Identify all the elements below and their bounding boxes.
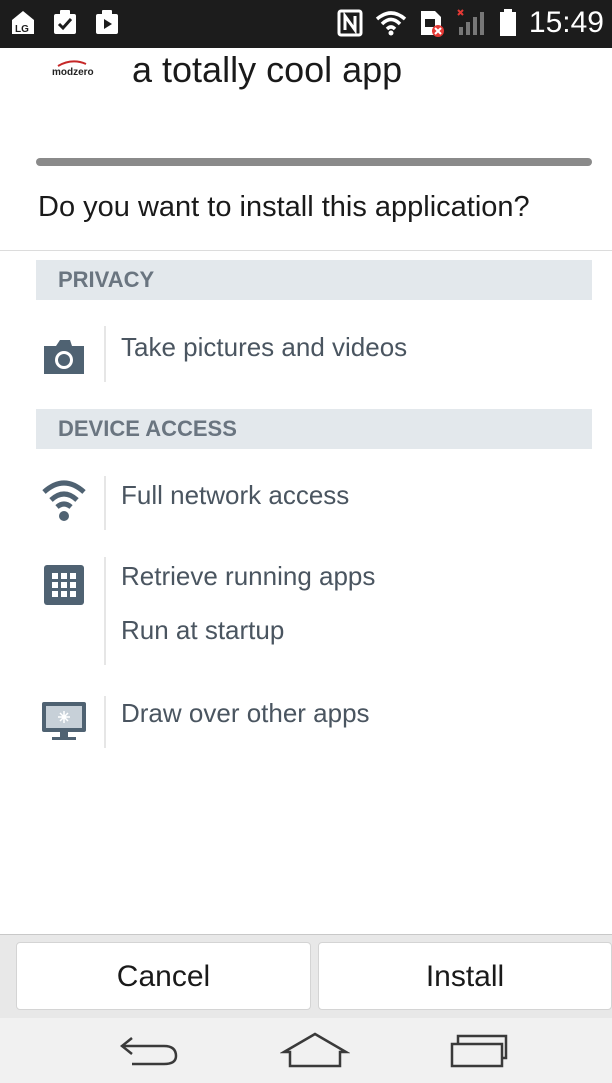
recent-apps-icon[interactable] [448,1030,510,1070]
permission-retrieve-apps: Retrieve running apps [121,561,376,591]
app-logo: modzero [52,60,94,78]
header-divider [36,158,592,166]
permission-separator [104,326,106,382]
permission-take-pictures: Take pictures and videos [121,332,408,362]
permission-group-apps: Retrieve running apps Run at startup [0,555,612,667]
permission-run-at-startup: Run at startup [121,615,285,645]
button-bar: Cancel Install [0,934,612,1019]
install-question: Do you want to install this application? [38,191,530,223]
back-icon[interactable] [118,1030,180,1070]
lg-badge-text: LG [15,24,29,35]
section-header-device-access: DEVICE ACCESS [36,409,592,449]
wifi-icon [42,480,86,521]
status-time: 15:49 [528,6,604,39]
permission-group-camera: Take pictures and videos [0,320,612,384]
nfc-icon [337,9,363,37]
permission-draw-over-apps: Draw over other apps [121,698,370,728]
wifi-icon [375,11,407,36]
signal-icon [457,9,484,35]
permission-group-overlay: Draw over other apps [0,690,612,754]
permission-separator [104,476,106,530]
cancel-button[interactable]: Cancel [16,942,311,1010]
logo-text: modzero [52,67,94,78]
lg-carrier-icon: LG [12,11,34,35]
checklist-clipboard-icon [54,10,76,34]
app-title: a totally cool app [132,49,403,90]
divider [0,250,612,251]
install-button[interactable]: Install [318,942,612,1010]
permission-group-network: Full network access [0,470,612,534]
navigation-bar [0,1018,612,1083]
monitor-icon [42,702,86,740]
camera-icon [44,340,84,374]
apps-grid-icon [44,565,84,605]
permission-separator [104,696,106,748]
home-icon[interactable] [280,1030,350,1070]
permission-full-network: Full network access [121,480,350,510]
permission-separator [104,557,106,665]
sim-error-icon [420,11,444,37]
status-bar: LG 15:49 [0,0,612,48]
battery-icon [499,9,516,36]
media-clipboard-icon [96,10,118,34]
section-header-privacy: PRIVACY [36,260,592,300]
